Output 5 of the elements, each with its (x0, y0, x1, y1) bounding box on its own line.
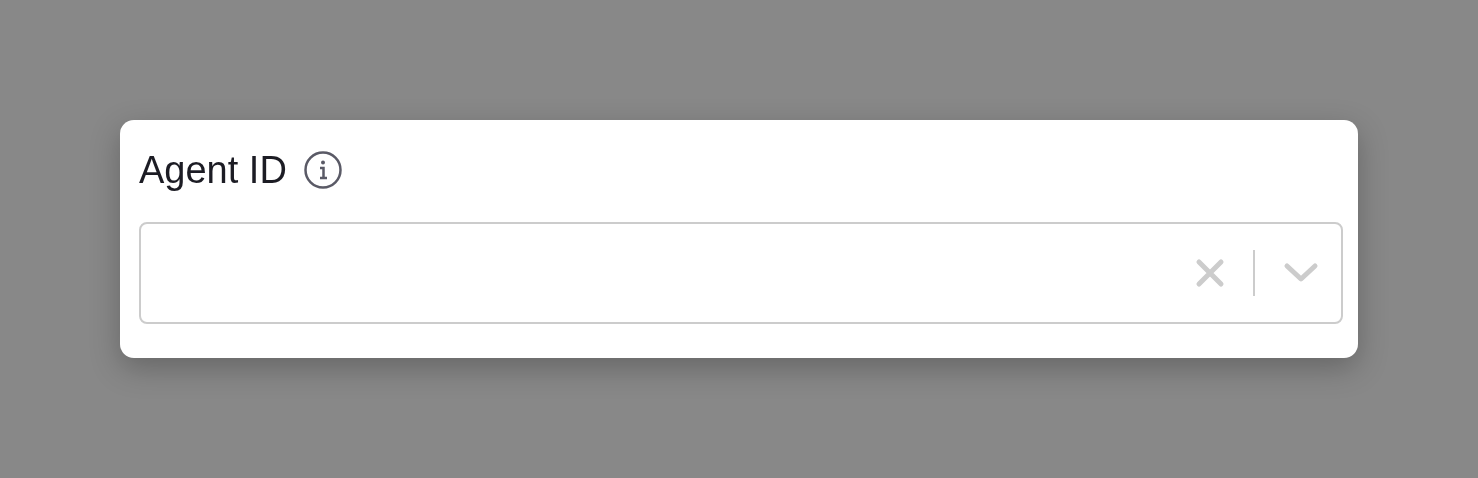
select-field[interactable] (139, 222, 1343, 324)
info-icon[interactable] (302, 150, 343, 190)
clear-icon[interactable] (1195, 258, 1225, 288)
field-label: Agent ID (139, 151, 287, 189)
chevron-down-icon[interactable] (1283, 262, 1319, 284)
